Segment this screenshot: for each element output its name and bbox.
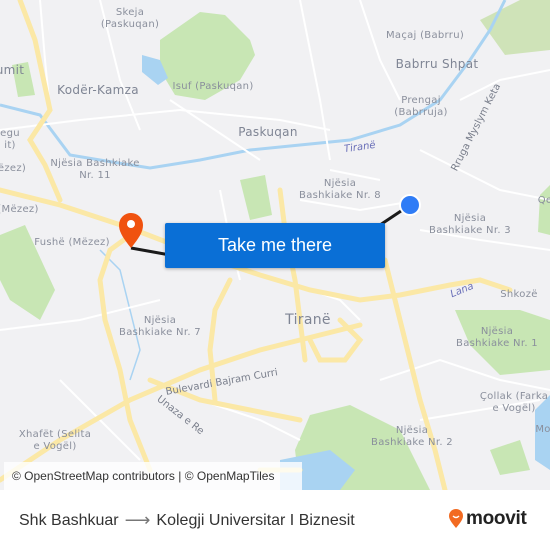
place-label: Isuf (Paskuqan)	[172, 81, 254, 92]
place-label: Njësia Bashkiake Nr. 1	[456, 326, 538, 349]
park-area	[538, 185, 550, 235]
place-label: Prengaj (Babrruja)	[394, 95, 448, 118]
place-label: Çollak (Farka e Vogël)	[479, 391, 549, 414]
route-summary: Shk Bashkuar ⟶ Kolegji Universitar I Biz…	[19, 510, 355, 531]
place-label: Tiranë	[285, 312, 331, 328]
attribution-text[interactable]: © OpenStreetMap contributors | © OpenMap…	[12, 469, 274, 483]
place-label: umit	[0, 63, 25, 77]
place-label: Paskuqan	[238, 125, 298, 139]
place-label: Maçaj (Babrru)	[385, 30, 465, 41]
moovit-wordmark: moovit	[466, 508, 527, 529]
arrow-right-icon: ⟶	[124, 510, 151, 530]
place-label: Babrru Shpat	[395, 57, 479, 71]
moovit-logo[interactable]: moovit	[448, 508, 527, 530]
place-label: Kodër-Kamza	[57, 83, 139, 97]
place-label: Shkozë	[500, 289, 538, 300]
place-label: Qe	[537, 195, 550, 206]
place-label: Xhafët (Selita e Vogël)	[18, 429, 92, 452]
park-area	[490, 440, 530, 475]
origin-dot-icon[interactable]	[399, 194, 421, 216]
place-label: Fushë (Mëzez)	[34, 237, 110, 248]
place-label: ëzez)	[0, 163, 27, 174]
origin-stop-name: Shk Bashkuar	[19, 511, 119, 529]
place-label: Njësia Bashkiake Nr. 8	[299, 178, 381, 201]
map-view[interactable]: Skeja (Paskuqan) Maçaj (Babrru) Babrru Shpa…	[0, 0, 550, 490]
place-label: egu it)	[0, 128, 20, 151]
destination-stop-name: Kolegji Universitar I Biznesit	[156, 511, 355, 529]
place-label: (Mëzez)	[0, 204, 39, 215]
place-label: Njësia Bashkiake Nr. 7	[119, 315, 201, 338]
park-area	[240, 175, 272, 220]
moovit-pin-icon	[449, 509, 463, 528]
take-me-there-button[interactable]: Take me there	[165, 223, 385, 268]
place-label: Njësia Bashkiake Nr. 11	[50, 158, 140, 181]
place-label: Njësia Bashkiake Nr. 3	[429, 213, 511, 236]
place-label: Skeja (Paskuqan)	[100, 7, 160, 30]
place-label: Njësia Bashkiake Nr. 2	[371, 425, 453, 448]
map-attribution[interactable]: © OpenStreetMap contributors | © OpenMap…	[4, 462, 302, 490]
place-label: Mo	[535, 424, 550, 435]
